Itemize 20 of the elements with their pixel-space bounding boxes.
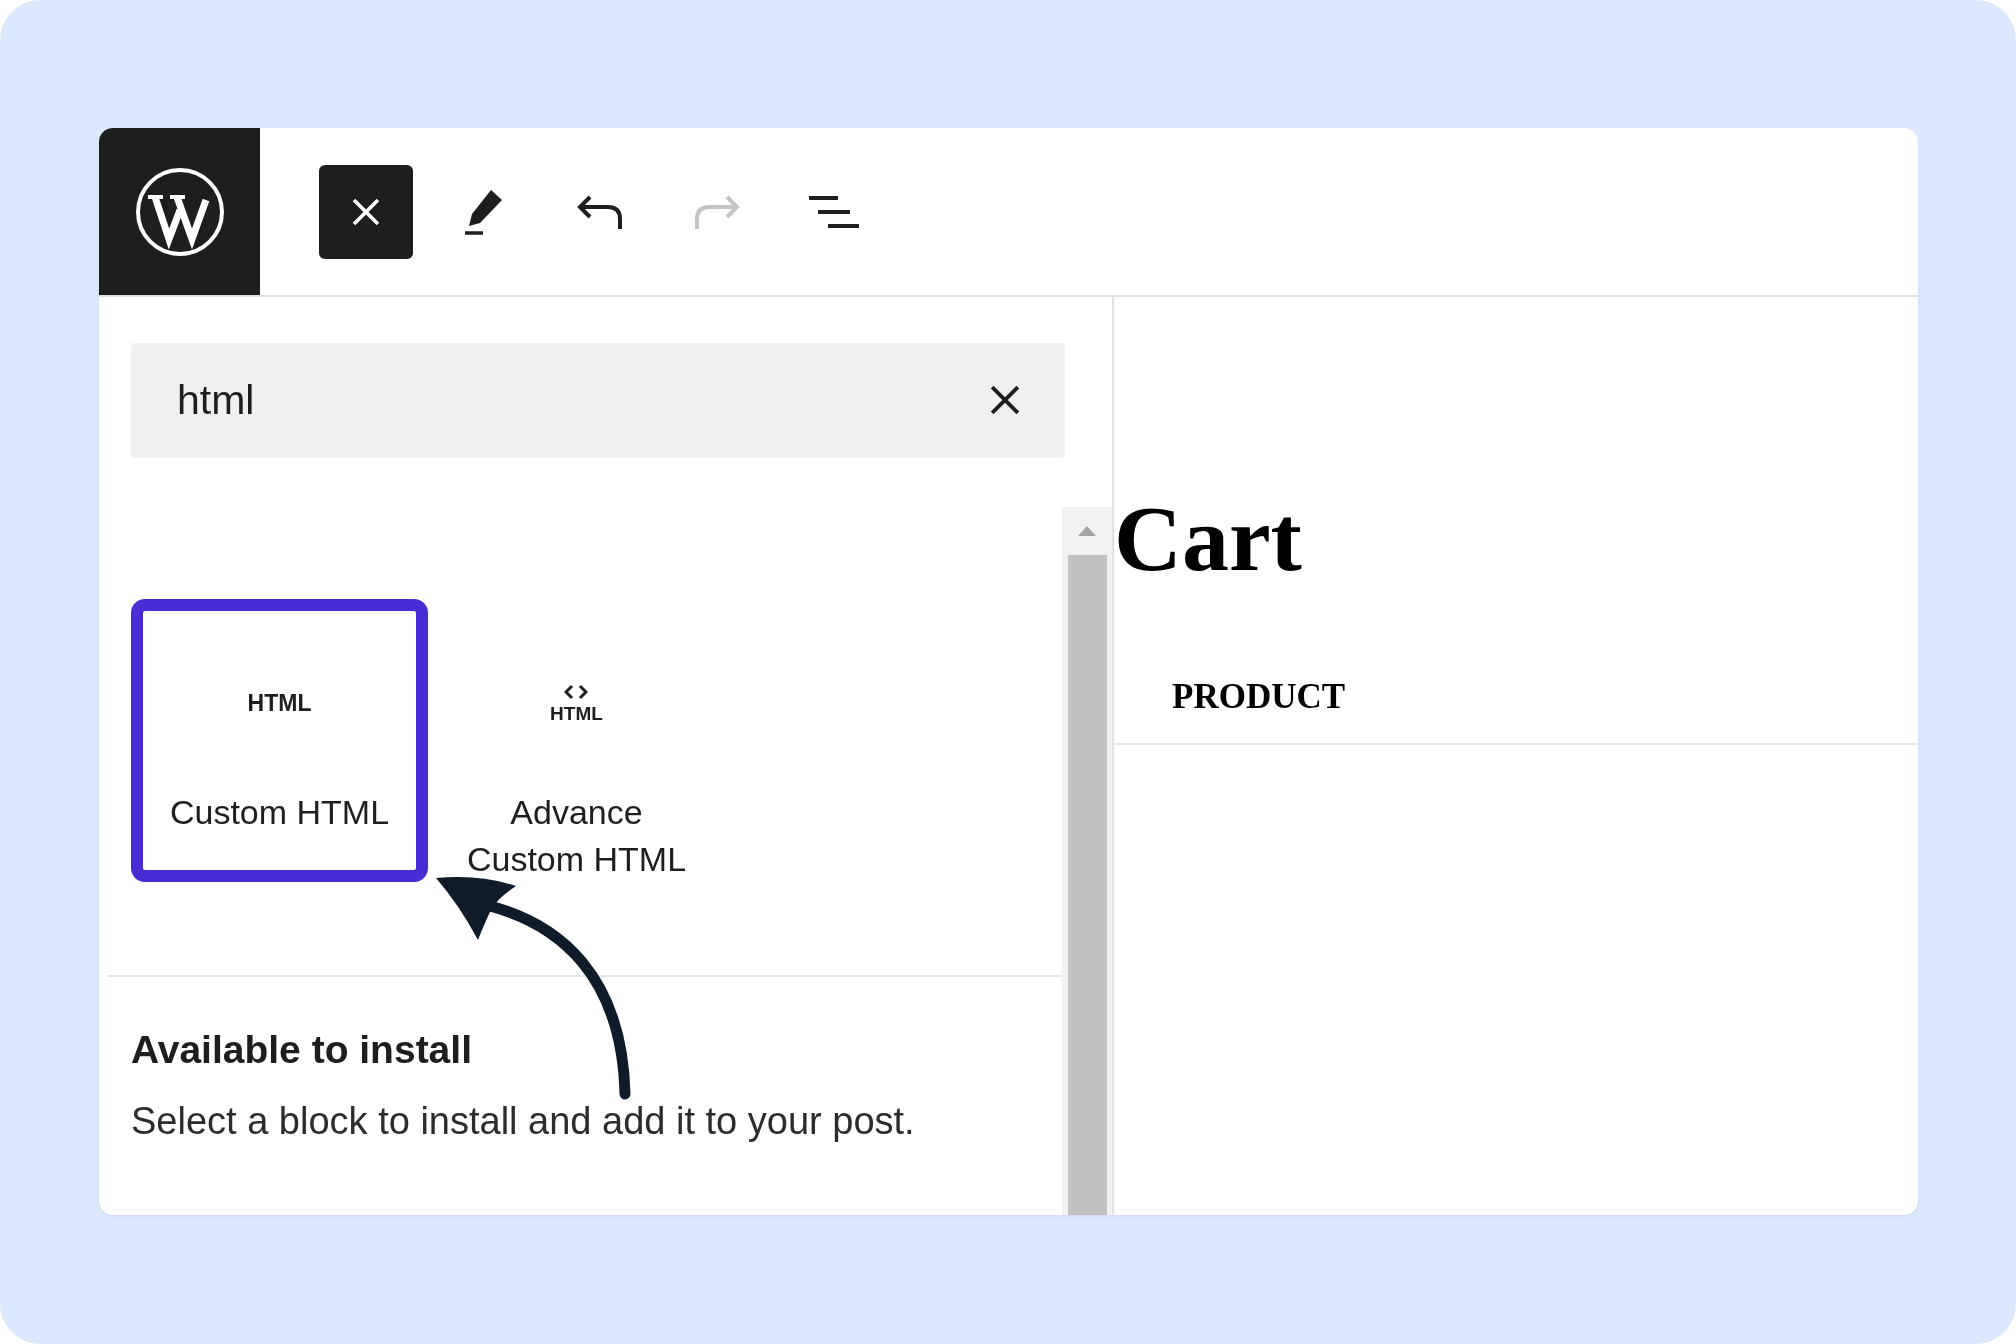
redo-icon <box>693 193 741 230</box>
logo-icon <box>134 166 225 257</box>
scrollbar[interactable] <box>1062 507 1112 1215</box>
logo-tile[interactable] <box>99 128 260 295</box>
scrollbar-thumb[interactable] <box>1067 555 1107 1215</box>
html-label: HTML <box>247 691 312 715</box>
list-view-icon <box>807 193 861 230</box>
page-title: Cart <box>1114 491 1303 585</box>
section-heading: Available to install <box>131 1027 473 1073</box>
close-icon <box>990 385 1020 415</box>
block-tile[interactable]: HTML Custom HTML <box>131 599 428 882</box>
undo-icon <box>576 193 624 230</box>
section-description: Select a block to install and add it to your post. <box>131 1099 916 1144</box>
search-field[interactable]: html <box>131 343 1065 458</box>
close-button[interactable] <box>319 164 413 259</box>
column-header: PRODUCT <box>1172 679 1346 714</box>
code-brackets-icon <box>564 683 589 700</box>
html-label: HTML <box>550 703 603 723</box>
pencil-icon <box>463 188 503 235</box>
close-icon <box>352 197 380 226</box>
